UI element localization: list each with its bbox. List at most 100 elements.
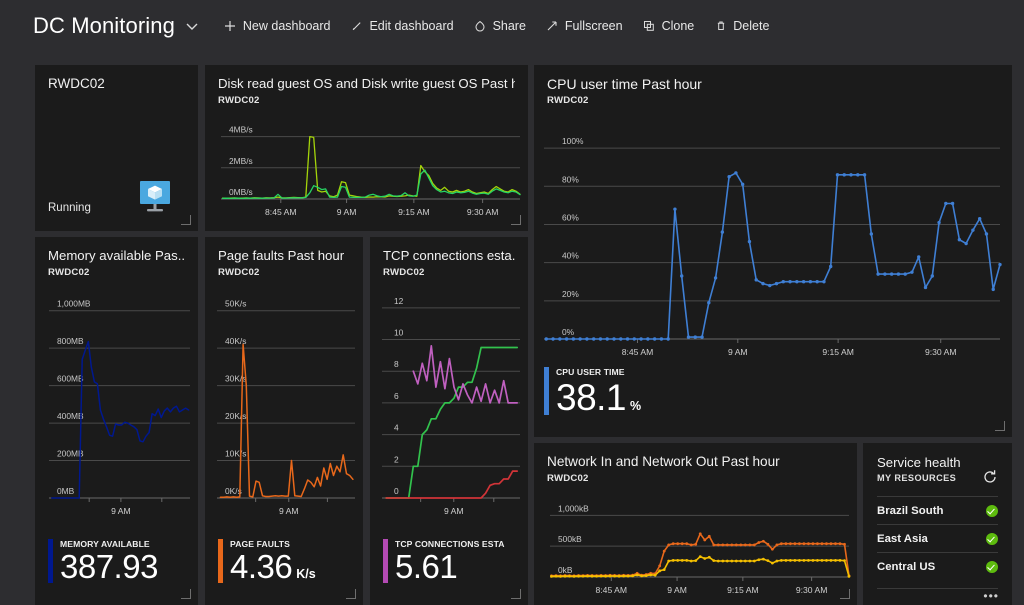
dashboard-command-bar: DC Monitoring New dashboard Edit dashboa… (0, 0, 1024, 52)
service-health-region-list: Brazil South East Asia Central US (877, 496, 998, 580)
refresh-icon[interactable] (982, 469, 998, 485)
svg-text:9 AM: 9 AM (667, 585, 687, 595)
command-list: New dashboard Edit dashboard Share Fulls… (224, 19, 770, 33)
svg-text:10: 10 (394, 328, 404, 338)
check-circle-icon (986, 505, 998, 517)
disk-tile-title: Disk read guest OS and Disk write guest … (218, 76, 515, 92)
plus-icon (224, 20, 237, 33)
svg-text:9 AM: 9 AM (337, 207, 357, 217)
service-health-row-east-asia[interactable]: East Asia (877, 524, 998, 552)
edit-dashboard-button[interactable]: Edit dashboard (350, 19, 453, 33)
tile-vm-status[interactable]: RWDC02 Running (35, 65, 198, 231)
tile-pagefaults-chart[interactable]: Page faults Past hour RWDC02 0K/s10K/s20… (205, 237, 363, 605)
delete-label: Delete (733, 19, 769, 33)
svg-text:0MB: 0MB (57, 486, 75, 496)
pagefaults-tile-subtitle: RWDC02 (218, 267, 350, 278)
edit-dashboard-label: Edit dashboard (369, 19, 453, 33)
service-health-title: Service health (877, 455, 998, 470)
service-health-row-central-us[interactable]: Central US (877, 552, 998, 580)
tile-resize-handle[interactable] (511, 215, 521, 225)
svg-text:20%: 20% (562, 289, 579, 299)
pencil-icon (350, 20, 363, 33)
tcp-chart-plot: 0246810129 AM (370, 284, 528, 524)
cpu-metric-value: 38.1 (556, 378, 626, 418)
svg-text:10K/s: 10K/s (225, 449, 246, 459)
pagefaults-metric-readout: PAGE FAULTS 4.36 K/s (218, 539, 316, 583)
cpu-metric-accent-bar (544, 367, 549, 415)
tile-disk-chart[interactable]: Disk read guest OS and Disk write guest … (205, 65, 528, 231)
check-circle-icon (986, 561, 998, 573)
memory-chart-plot: 0MB200MB400MB600MB800MB1,000MB9 AM (35, 284, 198, 524)
check-circle-icon (986, 533, 998, 545)
delete-button[interactable]: Delete (714, 19, 769, 33)
tile-network-chart[interactable]: Network In and Network Out Past hour RWD… (534, 443, 857, 605)
svg-text:600MB: 600MB (57, 374, 84, 384)
network-tile-subtitle: RWDC02 (547, 473, 844, 484)
tile-resize-handle[interactable] (840, 589, 850, 599)
tile-service-health[interactable]: Service health MY RESOURCES Brazil South… (863, 443, 1012, 605)
svg-text:50K/s: 50K/s (225, 299, 246, 309)
trash-icon (714, 20, 727, 33)
memory-metric-readout: MEMORY AVAILABLE 387.93 (48, 539, 162, 583)
tile-cpu-chart[interactable]: CPU user time Past hour RWDC02 0%20%40%6… (534, 65, 1012, 437)
disk-chart-plot: 0MB/s2MB/s4MB/s8:45 AM9 AM9:15 AM9:30 AM (205, 113, 528, 225)
region-name: Central US (877, 561, 935, 573)
pagefaults-metric-accent-bar (218, 539, 223, 583)
cpu-metric-readout: CPU USER TIME 38.1 % (544, 367, 641, 415)
tile-tcp-chart[interactable]: TCP connections esta... RWDC02 024681012… (370, 237, 528, 605)
fullscreen-label: Fullscreen (565, 19, 623, 33)
pagefaults-tile-header: Page faults Past hour RWDC02 (205, 237, 363, 278)
memory-metric-value: 387.93 (60, 550, 158, 584)
svg-text:4MB/s: 4MB/s (229, 125, 253, 135)
clone-label: Clone (662, 19, 695, 33)
svg-text:9:15 AM: 9:15 AM (822, 347, 854, 357)
svg-text:9:15 AM: 9:15 AM (727, 585, 759, 595)
svg-text:9 AM: 9 AM (444, 506, 464, 516)
svg-text:9 AM: 9 AM (728, 347, 748, 357)
tile-resize-handle[interactable] (181, 215, 191, 225)
network-chart-plot: 0kB500kB1,000kB8:45 AM9 AM9:15 AM9:30 AM (534, 493, 857, 603)
network-tile-header: Network In and Network Out Past hour RWD… (534, 443, 857, 484)
network-tile-title: Network In and Network Out Past hour (547, 454, 844, 470)
tcp-tile-subtitle: RWDC02 (383, 267, 515, 278)
cpu-tile-title: CPU user time Past hour (547, 76, 999, 92)
region-name: East Asia (877, 533, 928, 545)
svg-text:2: 2 (394, 454, 399, 464)
ellipsis-icon[interactable]: ••• (983, 591, 999, 601)
chevron-down-icon[interactable] (184, 18, 200, 34)
service-health-subtitle: MY RESOURCES (877, 473, 998, 483)
svg-text:60%: 60% (562, 212, 579, 222)
virtual-machine-icon (136, 181, 176, 215)
pagefaults-metric-unit: K/s (296, 567, 315, 581)
svg-text:20K/s: 20K/s (225, 411, 246, 421)
disk-tile-header: Disk read guest OS and Disk write guest … (205, 65, 528, 106)
svg-text:9:15 AM: 9:15 AM (398, 207, 430, 217)
svg-text:1,000MB: 1,000MB (57, 299, 91, 309)
tile-memory-chart[interactable]: Memory available Pas... RWDC02 0MB200MB4… (35, 237, 198, 605)
tile-resize-handle[interactable] (511, 589, 521, 599)
tcp-tile-header: TCP connections esta... RWDC02 (370, 237, 528, 278)
fullscreen-button[interactable]: Fullscreen (546, 19, 623, 33)
memory-tile-title: Memory available Pas... (48, 248, 185, 264)
vm-name: RWDC02 (48, 76, 185, 91)
fullscreen-arrow-icon (546, 20, 559, 33)
vm-status-header: RWDC02 (35, 65, 198, 91)
memory-metric-accent-bar (48, 539, 53, 583)
pagefaults-tile-title: Page faults Past hour (218, 248, 350, 264)
service-health-divider (877, 588, 998, 589)
cpu-metric-unit: % (630, 399, 641, 413)
vm-status-text: Running (48, 202, 91, 214)
pagefaults-chart-plot: 0K/s10K/s20K/s30K/s40K/s50K/s9 AM (205, 284, 363, 524)
share-icon (474, 20, 487, 33)
new-dashboard-button[interactable]: New dashboard (224, 19, 331, 33)
service-health-row-brazil-south[interactable]: Brazil South (877, 496, 998, 524)
tile-resize-handle[interactable] (995, 421, 1005, 431)
svg-text:9 AM: 9 AM (279, 506, 299, 516)
clone-button[interactable]: Clone (643, 19, 695, 33)
svg-text:30K/s: 30K/s (225, 374, 246, 384)
tile-resize-handle[interactable] (181, 589, 191, 599)
tile-resize-handle[interactable] (346, 589, 356, 599)
svg-text:0%: 0% (562, 327, 575, 337)
share-button[interactable]: Share (474, 19, 526, 33)
cpu-chart-plot: 0%20%40%60%80%100%8:45 AM9 AM9:15 AM9:30… (534, 115, 1012, 375)
